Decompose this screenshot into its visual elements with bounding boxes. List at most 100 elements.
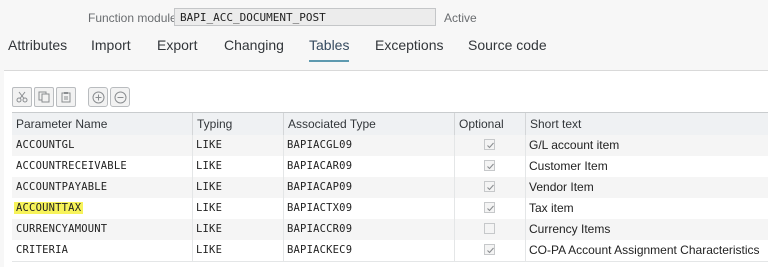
copy-button[interactable] (34, 87, 54, 107)
copy-icon (38, 91, 50, 103)
short-text-cell[interactable]: G/L account item (525, 135, 768, 156)
short-text-cell[interactable]: Tax item (525, 198, 768, 219)
tab-attributes[interactable]: Attributes (8, 34, 67, 56)
column-divider (283, 177, 284, 198)
cut-button[interactable] (12, 87, 32, 107)
associated-type-cell[interactable]: BAPIACCR09 (283, 219, 454, 240)
column-divider (192, 177, 193, 198)
column-divider (283, 135, 284, 156)
column-divider (192, 156, 193, 177)
optional-cell (454, 240, 525, 261)
parameter-name-cell[interactable]: CRITERIA (12, 240, 192, 261)
column-header-parameter-name[interactable]: Parameter Name (12, 113, 192, 135)
checkmark-icon (487, 184, 494, 191)
table-row[interactable]: ACCOUNTTAX LIKE BAPIACTX09 Tax item (12, 198, 768, 220)
checkmark-icon (487, 247, 494, 254)
short-text-cell[interactable]: Customer Item (525, 156, 768, 177)
associated-type-cell[interactable]: BAPIACAP09 (283, 177, 454, 198)
column-divider (283, 240, 284, 261)
column-header-optional[interactable]: Optional (454, 113, 525, 135)
tab-export[interactable]: Export (157, 34, 197, 56)
parameter-name-cell[interactable]: ACCOUNTTAX (12, 198, 192, 219)
column-divider (192, 219, 193, 240)
parameter-name-cell[interactable]: CURRENCYAMOUNT (12, 219, 192, 240)
table-row[interactable]: ACCOUNTGL LIKE BAPIACGL09 G/L account item (12, 135, 768, 157)
optional-checkbox[interactable] (484, 223, 495, 234)
column-divider (525, 135, 526, 156)
column-divider (192, 135, 193, 156)
tab-changing[interactable]: Changing (224, 34, 284, 56)
parameter-name: CURRENCYAMOUNT (16, 223, 108, 235)
add-row-button[interactable] (88, 87, 108, 107)
optional-cell (454, 135, 525, 156)
tab-exceptions[interactable]: Exceptions (375, 34, 443, 56)
checkmark-icon (487, 205, 494, 212)
parameter-name: ACCOUNTTAX (14, 202, 84, 214)
parameter-name-cell[interactable]: ACCOUNTPAYABLE (12, 177, 192, 198)
column-divider (283, 198, 284, 219)
status-text: Active (444, 11, 477, 25)
associated-type-cell[interactable]: BAPIACAR09 (283, 156, 454, 177)
table-row[interactable]: CURRENCYAMOUNT LIKE BAPIACCR09 Currency Ite… (12, 219, 768, 241)
add-row-icon (92, 91, 104, 103)
tab-source-code[interactable]: Source code (468, 34, 547, 56)
column-header-short-text[interactable]: Short text (525, 113, 768, 135)
short-text-cell[interactable]: Currency Items (525, 219, 768, 240)
optional-cell (454, 156, 525, 177)
remove-row-button[interactable] (110, 87, 130, 107)
optional-checkbox[interactable] (484, 202, 495, 213)
tab-bar: Attributes Import Export Changing Tables… (0, 34, 768, 62)
tab-import[interactable]: Import (91, 34, 131, 56)
function-module-label: Function module: (88, 11, 181, 25)
parameter-name: ACCOUNTRECEIVABLE (16, 160, 127, 172)
column-divider (454, 198, 455, 219)
typing-cell[interactable]: LIKE (192, 135, 283, 156)
associated-type-cell[interactable]: BAPIACGL09 (283, 135, 454, 156)
function-module-header: Function module: BAPI_ACC_DOCUMENT_POST … (88, 8, 477, 28)
column-divider (283, 219, 284, 240)
typing-cell[interactable]: LIKE (192, 198, 283, 219)
table-row[interactable]: ACCOUNTRECEIVABLE LIKE BAPIACAR09 Customer … (12, 156, 768, 178)
associated-type-cell[interactable]: BAPIACTX09 (283, 198, 454, 219)
table-row[interactable]: CRITERIA LIKE BAPIACKEC9 CO-PA Account Assi… (12, 240, 768, 262)
column-divider (454, 156, 455, 177)
typing-cell[interactable]: LIKE (192, 240, 283, 261)
column-header-associated-type[interactable]: Associated Type (283, 113, 454, 135)
paste-icon (61, 92, 71, 103)
column-divider (454, 177, 455, 198)
optional-checkbox[interactable] (484, 139, 495, 150)
checkmark-icon (487, 142, 494, 149)
column-divider (192, 198, 193, 219)
optional-checkbox[interactable] (484, 181, 495, 192)
column-header-typing[interactable]: Typing (192, 113, 283, 135)
paste-button[interactable] (56, 87, 76, 107)
function-module-field[interactable]: BAPI_ACC_DOCUMENT_POST (174, 8, 436, 26)
cut-icon (16, 91, 28, 103)
table-header: Parameter Name Typing Associated Type Op… (12, 112, 768, 136)
remove-row-icon (114, 91, 126, 103)
checkmark-icon (487, 163, 494, 170)
column-divider (454, 219, 455, 240)
short-text-cell[interactable]: CO-PA Account Assignment Characteristics (525, 240, 768, 261)
optional-cell (454, 198, 525, 219)
associated-type-cell[interactable]: BAPIACKEC9 (283, 240, 454, 261)
typing-cell[interactable]: LIKE (192, 177, 283, 198)
parameter-name-cell[interactable]: ACCOUNTGL (12, 135, 192, 156)
column-divider (283, 156, 284, 177)
typing-cell[interactable]: LIKE (192, 156, 283, 177)
optional-checkbox[interactable] (484, 160, 495, 171)
optional-cell (454, 177, 525, 198)
tab-tables[interactable]: Tables (309, 34, 350, 62)
column-divider (525, 240, 526, 261)
parameter-name: ACCOUNTGL (16, 139, 75, 151)
table-row[interactable]: ACCOUNTPAYABLE LIKE BAPIACAP09 Vendor Item (12, 177, 768, 199)
short-text-cell[interactable]: Vendor Item (525, 177, 768, 198)
parameter-name-cell[interactable]: ACCOUNTRECEIVABLE (12, 156, 192, 177)
typing-cell[interactable]: LIKE (192, 219, 283, 240)
column-divider (525, 198, 526, 219)
column-divider (525, 177, 526, 198)
column-divider (525, 156, 526, 177)
column-divider (454, 240, 455, 261)
optional-checkbox[interactable] (484, 244, 495, 255)
optional-cell (454, 219, 525, 240)
